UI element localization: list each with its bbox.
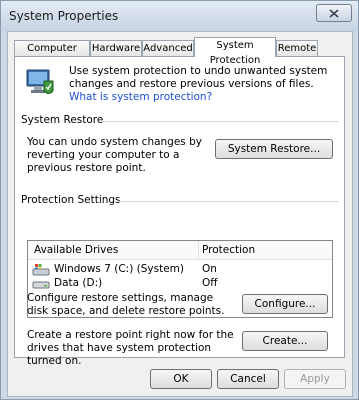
system-restore-heading: System Restore [21, 114, 108, 126]
create-button[interactable]: Create... [242, 331, 328, 351]
cancel-button[interactable]: Cancel [217, 369, 279, 389]
what-is-system-protection-link[interactable]: What is system protection? [69, 91, 212, 103]
tab-advanced[interactable]: Advanced [142, 40, 194, 56]
ok-button[interactable]: OK [150, 369, 212, 389]
tab-hardware[interactable]: Hardware [90, 40, 142, 56]
window-title: System Properties [9, 9, 119, 23]
configure-description: Configure restore settings, manage disk … [27, 292, 225, 317]
drive-name: Windows 7 (C:) (System) [54, 263, 184, 275]
column-protection[interactable]: Protection [202, 244, 255, 256]
protection-settings-heading: Protection Settings [21, 194, 125, 206]
drives-list-header: Available Drives Protection [28, 241, 332, 260]
create-description: Create a restore point right now for the… [27, 329, 234, 367]
intro-description: Use system protection to undo unwanted s… [69, 65, 328, 90]
intro-text: Use system protection to undo unwanted s… [69, 65, 339, 104]
column-available-drives[interactable]: Available Drives [34, 244, 118, 256]
title-bar[interactable]: System Properties [1, 1, 358, 31]
system-properties-window: System Properties Computer Name Hardware… [0, 0, 359, 400]
tab-system-protection[interactable]: System Protection [194, 37, 276, 66]
dialog-client: Computer Name Hardware Advanced System P… [7, 31, 353, 397]
tab-computer-name[interactable]: Computer Name [14, 40, 90, 69]
system-protection-icon [26, 69, 54, 94]
section-divider [117, 201, 339, 202]
apply-button[interactable]: Apply [284, 369, 346, 389]
system-protection-panel: Use system protection to undo unwanted s… [14, 56, 345, 367]
drive-name: Data (D:) [54, 277, 103, 289]
column-divider [198, 241, 199, 259]
configure-button[interactable]: Configure... [242, 294, 328, 314]
drive-icon [32, 281, 50, 289]
drive-row-c[interactable]: Windows 7 (C:) (System) On [28, 263, 332, 276]
drive-protection-status: Off [202, 277, 218, 289]
system-restore-button[interactable]: System Restore... [215, 139, 333, 159]
system-restore-description: You can undo system changes by reverting… [27, 136, 202, 174]
section-divider [101, 121, 339, 122]
system-drive-icon [32, 264, 50, 276]
drive-protection-status: On [202, 263, 217, 275]
drive-row-d[interactable]: Data (D:) Off [28, 277, 332, 290]
close-button[interactable] [316, 4, 352, 22]
tab-remote[interactable]: Remote [276, 40, 318, 56]
close-icon [329, 8, 339, 18]
